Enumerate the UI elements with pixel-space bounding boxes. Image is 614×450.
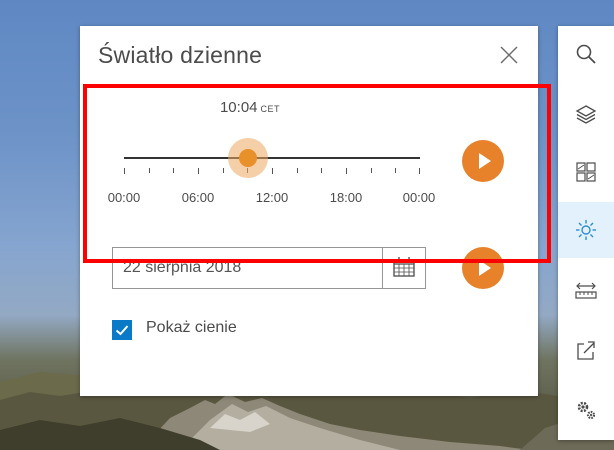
slider-tick [173, 168, 175, 173]
play-date-button[interactable] [462, 247, 504, 289]
close-icon [500, 46, 518, 64]
tick-label: 00:00 [107, 190, 141, 205]
search-icon [576, 44, 596, 64]
share-icon [577, 341, 595, 360]
slider-tick [272, 168, 273, 174]
play-icon [479, 260, 491, 276]
daylight-button[interactable] [558, 202, 614, 258]
slider-tick [419, 168, 420, 174]
checkmark-icon [115, 325, 129, 336]
tick-label: 18:00 [329, 190, 363, 205]
slider-tick [148, 168, 150, 173]
layers-icon [575, 105, 597, 124]
slider-tick [296, 168, 298, 173]
daylight-icon [576, 220, 596, 240]
tick-label: 06:00 [181, 190, 215, 205]
time-value: 10:04 [219, 99, 258, 116]
timezone-label: CET [260, 104, 281, 114]
slider-tick [395, 168, 397, 173]
time-readout: 10:04 CET [80, 99, 420, 116]
date-value[interactable]: 22 sierpnia 2018 [123, 259, 241, 277]
layers-button[interactable] [558, 86, 614, 142]
measure-icon [575, 282, 597, 299]
show-shadows-checkbox[interactable] [112, 320, 132, 340]
slider-track[interactable] [124, 157, 420, 159]
search-button[interactable] [558, 26, 614, 82]
basemap-gallery-icon [576, 162, 596, 182]
share-button[interactable] [558, 322, 614, 378]
slider-tick [321, 168, 323, 173]
play-icon [479, 153, 491, 169]
measure-button[interactable] [558, 262, 614, 318]
slider-tick-labels: 00:00 06:00 12:00 18:00 00:00 [104, 190, 444, 206]
close-button[interactable] [498, 44, 520, 66]
settings-icon [577, 401, 596, 420]
slider-tick [346, 168, 347, 174]
tick-label: 12:00 [255, 190, 289, 205]
slider-tick [124, 168, 125, 174]
slider-tick [222, 168, 224, 173]
widget-toolbar [558, 26, 614, 440]
basemap-gallery-button[interactable] [558, 144, 614, 200]
slider-tick [370, 168, 372, 173]
tick-label: 00:00 [402, 190, 436, 205]
daylight-panel: Światło dzienne 10:04 CET 00:00 06:00 12:… [80, 26, 538, 396]
date-picker[interactable]: 22 sierpnia 2018 [112, 247, 426, 289]
calendar-button[interactable] [382, 248, 425, 288]
play-time-button[interactable] [462, 140, 504, 182]
show-shadows-label[interactable]: Pokaż cienie [146, 319, 237, 337]
panel-title: Światło dzienne [98, 42, 263, 68]
slider-tick [198, 168, 199, 174]
calendar-icon [393, 257, 415, 277]
settings-button[interactable] [558, 382, 614, 438]
